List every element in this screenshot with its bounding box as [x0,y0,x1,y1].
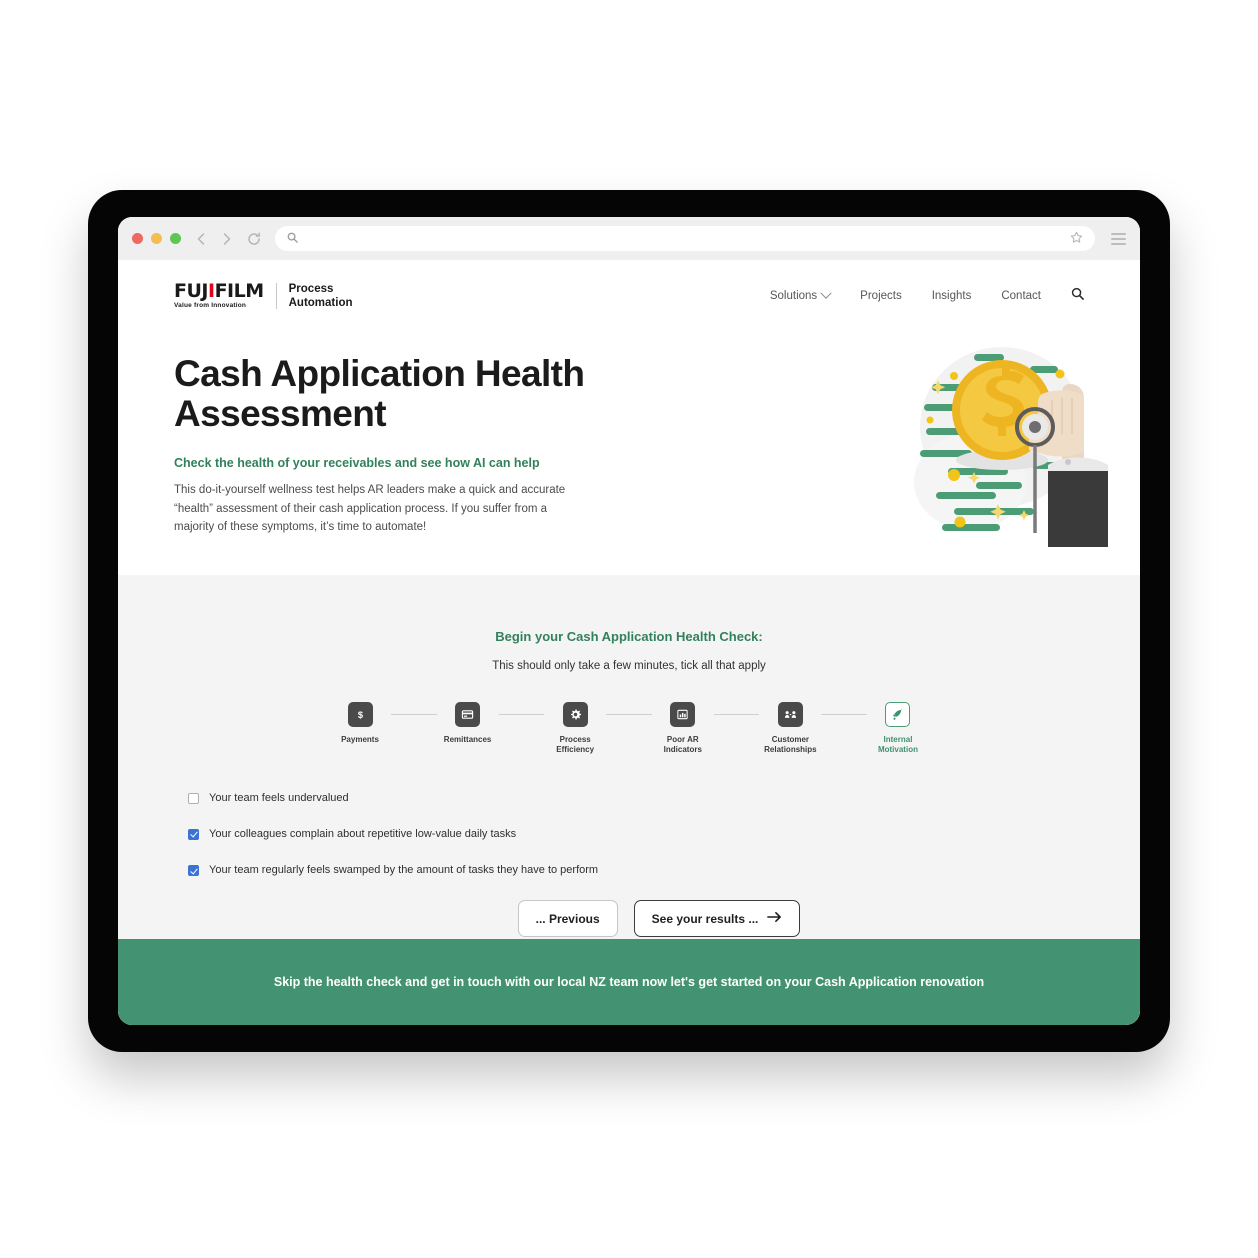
form-actions: ... Previous See your results ... [174,900,1084,938]
checkbox-your-team-feels-undervalued[interactable] [188,792,199,804]
checkbox-colleagues-complain-repetitive-tasks[interactable] [188,828,199,840]
hero-body-text: This do-it-yourself wellness test helps … [174,483,566,534]
nav-item-projects[interactable]: Projects [860,290,902,302]
step-label: Remittances [443,735,492,744]
step-customer-relationships[interactable]: Customer Relationships [759,702,821,756]
step-remittances[interactable]: Remittances [437,702,499,745]
hamburger-menu-icon[interactable] [1111,232,1126,245]
logo-divider [275,283,277,309]
browser-chrome [118,217,1140,260]
logo-accent: I [207,280,215,303]
logo-business-unit: Process Automation [289,282,353,311]
step-payments[interactable]: $ Payments [329,702,391,745]
site-header: FUJIFILM Value from Innovation Process A… [118,260,1140,332]
nav-label: Insights [931,290,972,302]
browser-nav-buttons [195,231,261,246]
see-your-results-button[interactable]: See your results ... [633,900,801,938]
logo-unit-line1: Process [288,282,334,295]
logo-tagline: Value from Innovation [174,302,247,310]
nav-item-solutions[interactable]: Solutions [769,287,832,302]
window-controls [132,233,181,244]
contact-banner-text: Skip the health check and get in touch w… [273,975,985,989]
browser-window: FUJIFILM Value from Innovation Process A… [118,217,1140,1025]
previous-button-label: ... Previous [535,911,600,926]
step-internal-motivation[interactable]: Internal Motivation [867,702,929,756]
back-button[interactable] [195,232,207,246]
step-connector [498,714,545,715]
minimize-window-button[interactable] [151,233,162,244]
checkbox-label: Your team regularly feels swamped by the… [209,864,599,877]
forward-button[interactable] [221,232,233,246]
reload-button[interactable] [247,231,261,246]
step-label: Poor AR Indicators [663,735,702,755]
step-label: Internal Motivation [877,735,918,755]
form-heading: Begin your Cash Application Health Check… [495,629,763,644]
maximize-window-button[interactable] [170,233,181,244]
chevron-down-icon [820,287,832,299]
search-icon [287,232,298,246]
step-connector [713,714,760,715]
logo-unit-line2: Automation [288,297,353,309]
card-icon [455,702,481,727]
symptom-checklist: Your team feels undervalued Your colleag… [188,792,1084,878]
nav-item-contact[interactable]: Contact [1001,290,1041,302]
close-window-button[interactable] [132,233,143,244]
step-connector [606,714,652,715]
arrow-right-icon [767,911,782,926]
step-connector [821,714,867,715]
see-your-results-label: See your results ... [651,911,759,926]
svg-text:$: $ [357,710,363,720]
health-check-form: Begin your Cash Application Health Check… [118,575,1140,939]
nav-label: Contact [1001,290,1041,302]
coin-stethoscope-illustration [902,332,1112,550]
step-poor-ar-indicators[interactable]: Poor AR Indicators [652,702,714,756]
logo-wordmark: FUJIFILM [174,280,264,303]
checkbox-label: Your team feels undervalued [209,791,349,804]
rocket-icon [885,702,911,727]
star-icon[interactable] [1070,231,1083,247]
main-navigation: Solutions Projects Insights Contact [770,287,1084,305]
page-content: FUJIFILM Value from Innovation Process A… [118,260,1140,1025]
step-connector [391,714,437,715]
address-bar[interactable] [275,226,1095,251]
logo-brand-block: FUJIFILM Value from Innovation [174,282,264,310]
dollar-icon: $ [347,702,373,727]
step-indicator: $ Payments Remittances Process Efficienc… [329,702,929,756]
gear-icon [562,702,588,727]
people-icon [777,702,803,727]
nav-label: Solutions [769,290,818,302]
step-process-efficiency[interactable]: Process Efficiency [544,702,606,756]
fujifilm-logo[interactable]: FUJIFILM Value from Innovation Process A… [174,282,353,311]
device-frame: FUJIFILM Value from Innovation Process A… [88,190,1170,1052]
nav-label: Projects [860,290,902,302]
nav-item-insights[interactable]: Insights [932,290,972,302]
step-label: Payments [341,735,379,744]
contact-banner[interactable]: Skip the health check and get in touch w… [118,939,1140,1025]
bar-chart-icon [670,702,696,727]
form-hint: This should only take a few minutes, tic… [492,660,766,672]
step-label: Process Efficiency [556,735,595,755]
nav-search-icon[interactable] [1071,287,1084,305]
step-label: Customer Relationships [764,735,817,755]
checkbox-label: Your colleagues complain about repetitiv… [209,827,517,840]
previous-button[interactable]: ... Previous [517,900,618,938]
hero-section: Cash Application Health Assessment Check… [118,332,1140,575]
page-title: Cash Application Health Assessment [174,353,585,434]
checkbox-row[interactable]: Your team regularly feels swamped by the… [188,864,1084,877]
checkbox-team-swamped-by-tasks[interactable] [188,865,199,877]
checkbox-row[interactable]: Your colleagues complain about repetitiv… [188,828,1084,841]
checkbox-row[interactable]: Your team feels undervalued [188,792,1084,805]
